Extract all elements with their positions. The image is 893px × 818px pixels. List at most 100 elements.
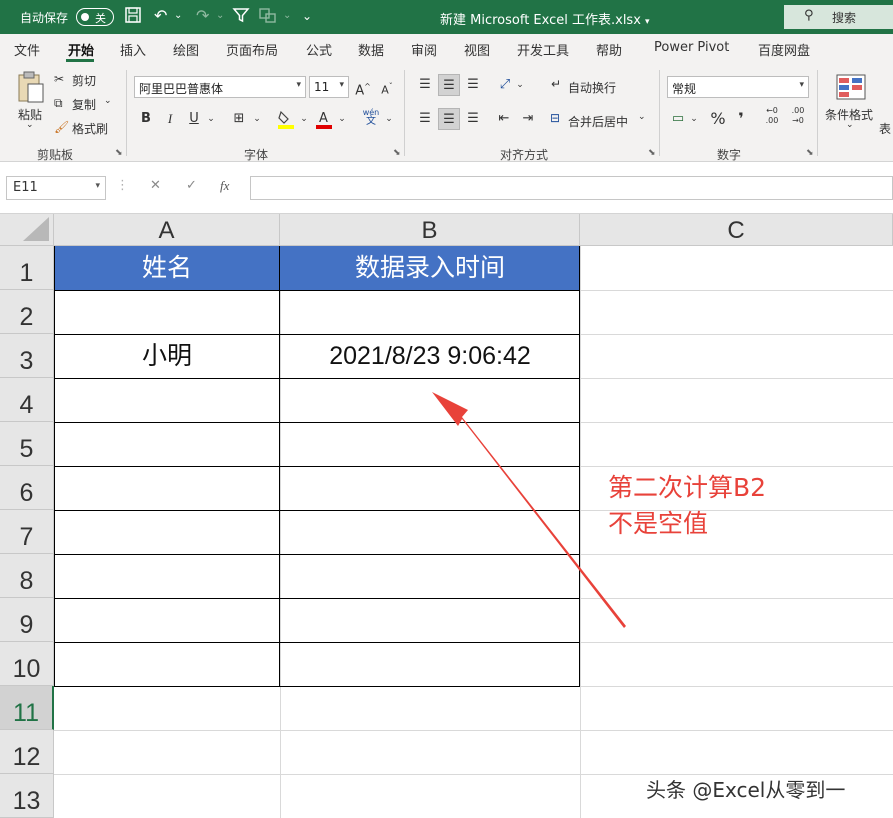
paste-icon[interactable] xyxy=(16,70,46,104)
filter-icon[interactable] xyxy=(232,6,250,29)
increase-decimal-icon[interactable]: ←0.00 xyxy=(761,106,783,128)
font-launcher-icon[interactable]: ⬊ xyxy=(393,148,401,158)
phonetic-dropdown-icon[interactable]: ⌄ xyxy=(384,108,394,130)
decrease-indent-icon[interactable]: ⇤ xyxy=(493,108,515,130)
format-as-table-label-partial[interactable]: 表 xyxy=(879,120,891,137)
autosave-label: 自动保存 xyxy=(20,11,69,25)
name-box[interactable]: E11 ▾ xyxy=(6,176,106,200)
format-painter-icon[interactable]: 🖌 xyxy=(54,120,69,134)
form-dropdown-icon[interactable]: ⌄ xyxy=(283,6,291,26)
font-name-select[interactable]: 阿里巴巴普惠体 ▾ xyxy=(134,76,306,98)
number-format-select[interactable]: 常规 ▾ xyxy=(667,76,809,98)
svg-text:A: A xyxy=(319,111,328,126)
decrease-decimal-icon[interactable]: .00 →0 xyxy=(787,106,809,128)
conditional-formatting-icon[interactable] xyxy=(836,74,866,100)
italic-button[interactable]: I xyxy=(161,108,179,130)
tab-view[interactable]: 视图 xyxy=(464,40,490,59)
cut-button[interactable]: 剪切 xyxy=(72,72,96,89)
redo-dropdown-icon[interactable]: ⌄ xyxy=(216,6,224,26)
accounting-format-icon[interactable]: ▭ xyxy=(667,108,689,130)
redo-icon[interactable]: ↷ xyxy=(196,6,209,26)
more-options-icon: ⋮ xyxy=(116,178,129,193)
increase-indent-icon[interactable]: ⇥ xyxy=(517,108,539,130)
form-icon[interactable] xyxy=(258,6,280,29)
formula-input[interactable] xyxy=(250,176,893,200)
wrap-text-button[interactable]: 自动换行 xyxy=(568,79,616,96)
tab-developer[interactable]: 开发工具 xyxy=(517,40,569,59)
group-separator xyxy=(817,70,818,156)
worksheet-grid[interactable]: A B C 1 2 3 4 5 6 7 8 9 10 11 12 13 姓名 数… xyxy=(0,214,893,818)
paste-dropdown-icon[interactable]: ⌄ xyxy=(26,120,34,130)
tab-formulas[interactable]: 公式 xyxy=(306,40,332,59)
tab-home[interactable]: 开始 xyxy=(68,40,94,59)
align-center-icon[interactable]: ☰ xyxy=(438,108,460,130)
comma-style-button[interactable]: ❜ xyxy=(731,108,751,130)
tab-baidu-netdisk[interactable]: 百度网盘 xyxy=(758,40,810,59)
copy-button[interactable]: 复制 xyxy=(72,96,96,113)
conditional-dropdown-icon[interactable]: ⌄ xyxy=(846,120,854,130)
formula-bar: E11 ▾ ⋮ ✕ ✓ fx xyxy=(0,162,893,214)
align-middle-icon[interactable]: ☰ xyxy=(438,74,460,96)
tab-help[interactable]: 帮助 xyxy=(596,40,622,59)
autosave-state: 关 xyxy=(95,12,106,25)
undo-icon[interactable]: ↶ xyxy=(154,6,167,26)
tab-file[interactable]: 文件 xyxy=(14,40,40,59)
decrease-font-icon[interactable]: Aˇ xyxy=(378,76,396,98)
merge-center-button[interactable]: 合并后居中 xyxy=(568,113,628,130)
percent-style-button[interactable]: % xyxy=(707,108,729,130)
save-icon[interactable] xyxy=(124,6,142,29)
merge-dropdown-icon[interactable]: ⌄ xyxy=(638,112,646,122)
alignment-launcher-icon[interactable]: ⬊ xyxy=(648,148,656,158)
tab-page-layout[interactable]: 页面布局 xyxy=(226,40,278,59)
tab-power-pivot[interactable]: Power Pivot xyxy=(654,40,729,55)
number-group-label: 数字 xyxy=(717,148,742,162)
search-box[interactable]: ⚲ 搜索 xyxy=(784,5,893,29)
tab-review[interactable]: 审阅 xyxy=(411,40,437,59)
menu-bar: 文件 开始 插入 绘图 页面布局 公式 数据 审阅 视图 开发工具 帮助 Pow… xyxy=(0,34,893,62)
format-painter-button[interactable]: 格式刷 xyxy=(72,120,108,137)
tab-draw[interactable]: 绘图 xyxy=(173,40,199,59)
fill-color-dropdown-icon[interactable]: ⌄ xyxy=(299,108,309,130)
toggle-knob xyxy=(81,13,89,21)
clipboard-launcher-icon[interactable]: ⬊ xyxy=(115,148,123,158)
insert-function-icon[interactable]: fx xyxy=(220,178,229,194)
bold-button[interactable]: B xyxy=(137,108,155,130)
customize-icon[interactable]: ⌄ xyxy=(302,6,312,26)
accounting-dropdown-icon[interactable]: ⌄ xyxy=(689,108,699,130)
group-separator xyxy=(126,70,127,156)
alignment-group-label: 对齐方式 xyxy=(500,148,549,162)
tab-insert[interactable]: 插入 xyxy=(120,40,146,59)
orientation-dropdown-icon[interactable]: ⌄ xyxy=(515,74,525,96)
cut-icon[interactable]: ✂ xyxy=(54,72,64,86)
autosave-toggle[interactable]: 关 xyxy=(76,8,114,26)
font-size-select[interactable]: 11 ▾ xyxy=(309,76,349,98)
align-left-icon[interactable]: ☰ xyxy=(414,108,436,130)
copy-icon[interactable]: ⧉ xyxy=(54,96,63,111)
phonetic-guide-icon[interactable]: wén 文 xyxy=(360,108,382,130)
wrap-text-icon[interactable]: ↵ xyxy=(551,77,561,91)
underline-button[interactable]: U xyxy=(185,108,203,130)
copy-dropdown-icon[interactable]: ⌄ xyxy=(104,96,112,106)
align-right-icon[interactable]: ☰ xyxy=(462,108,484,130)
underline-dropdown-icon[interactable]: ⌄ xyxy=(206,108,216,130)
font-color-icon[interactable]: A xyxy=(314,108,334,130)
font-color-dropdown-icon[interactable]: ⌄ xyxy=(337,108,347,130)
align-top-icon[interactable]: ☰ xyxy=(414,74,436,96)
borders-dropdown-icon[interactable]: ⌄ xyxy=(252,108,262,130)
font-group-label: 字体 xyxy=(244,148,269,162)
group-separator xyxy=(404,70,405,156)
align-bottom-icon[interactable]: ☰ xyxy=(462,74,484,96)
merge-center-icon[interactable]: ⊟ xyxy=(550,111,560,125)
borders-icon[interactable]: ⊞ xyxy=(229,108,249,130)
enter-icon[interactable]: ✓ xyxy=(186,178,197,193)
orientation-icon[interactable]: ⤢ xyxy=(494,74,516,96)
document-title[interactable]: 新建 Microsoft Excel 工作表.xlsx ▾ xyxy=(440,9,650,28)
increase-font-icon[interactable]: A^ xyxy=(354,76,372,98)
undo-dropdown-icon[interactable]: ⌄ xyxy=(174,6,182,26)
cancel-icon[interactable]: ✕ xyxy=(150,178,161,193)
number-launcher-icon[interactable]: ⬊ xyxy=(806,148,814,158)
group-separator xyxy=(659,70,660,156)
tab-data[interactable]: 数据 xyxy=(358,40,384,59)
fill-color-icon[interactable] xyxy=(276,108,296,130)
annotation-text: 第二次计算B2 不是空值 xyxy=(608,473,767,538)
